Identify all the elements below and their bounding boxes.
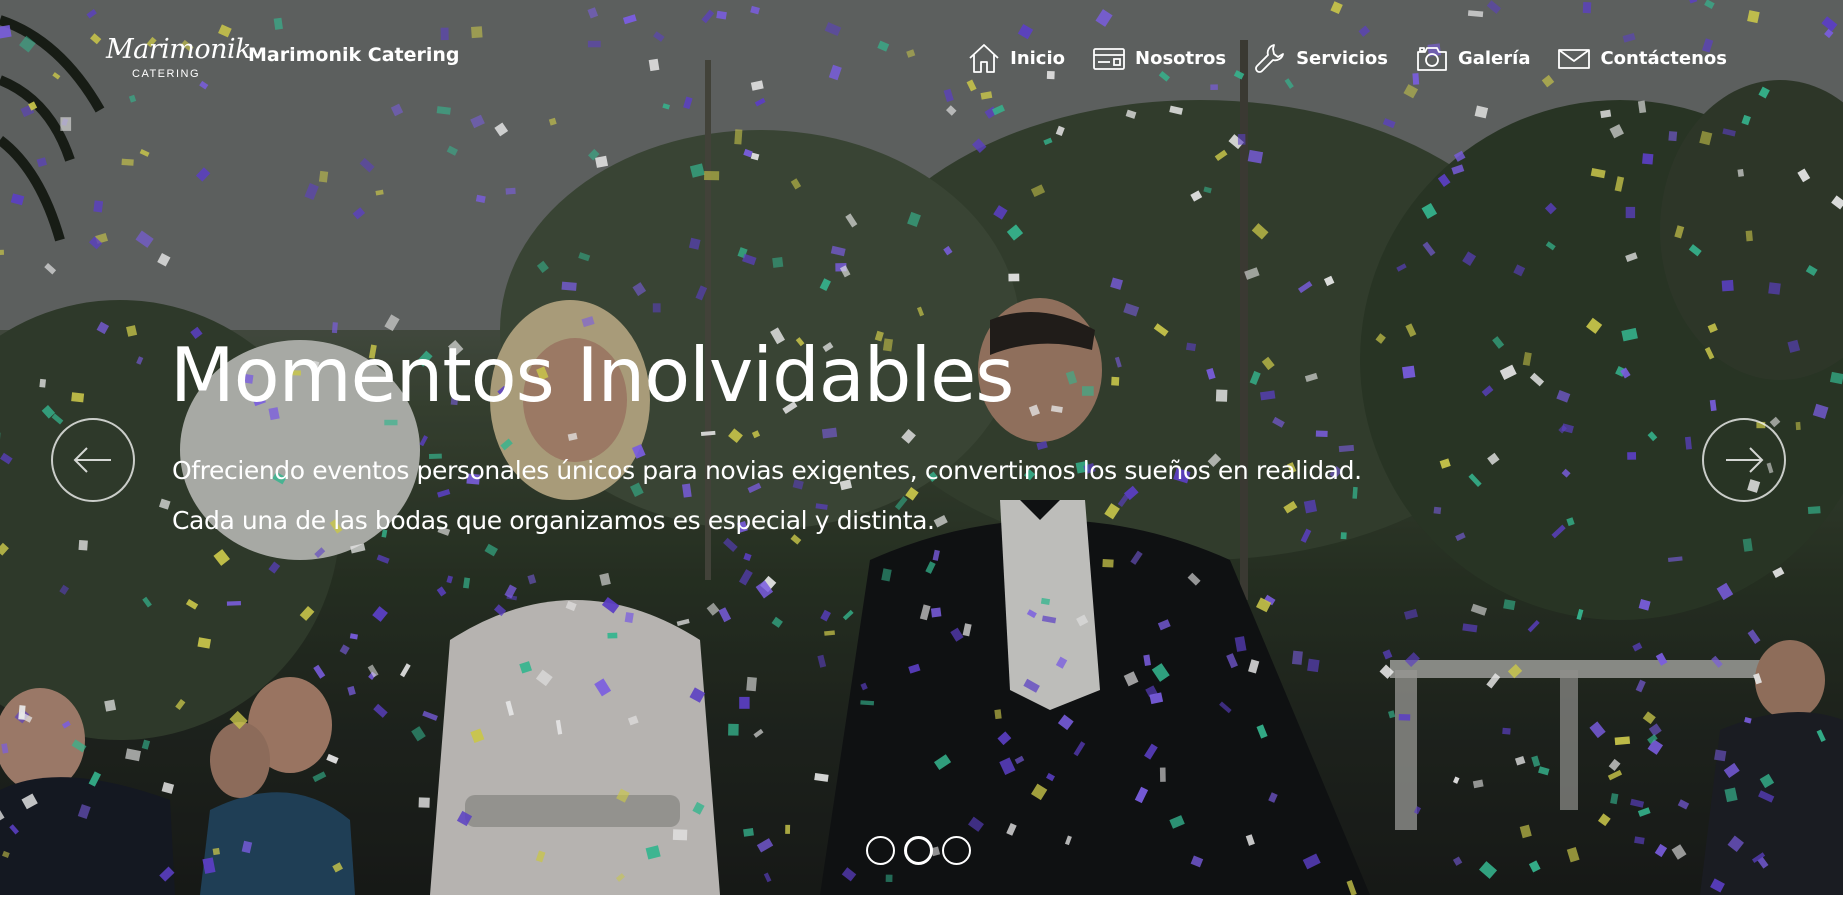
nav-item-galeria[interactable]: Galería xyxy=(1415,41,1531,75)
nav-item-servicios[interactable]: Servicios xyxy=(1253,41,1388,75)
page-bottom-edge xyxy=(0,895,1843,902)
carousel-prev-button[interactable] xyxy=(51,418,135,502)
home-icon xyxy=(967,41,1001,75)
main-nav: Inicio Nosotros Servicios Galería Contác… xyxy=(940,38,1727,78)
logo-script: Marimonik xyxy=(106,34,252,65)
nav-item-contactenos[interactable]: Contáctenos xyxy=(1557,41,1727,75)
nav-label-contactenos: Contáctenos xyxy=(1600,47,1727,69)
nav-label-galeria: Galería xyxy=(1457,47,1531,69)
carousel-description-line-2: Cada una de las bodas que organizamos es… xyxy=(172,506,935,535)
nav-item-nosotros[interactable]: Nosotros xyxy=(1092,41,1226,75)
carousel-indicator-2[interactable] xyxy=(904,836,933,865)
id-card-icon xyxy=(1092,41,1126,75)
navbar: Marimonik CATERING Marimonik Catering In… xyxy=(0,0,1843,116)
arrow-right-icon xyxy=(1726,447,1764,473)
carousel-title: Momentos Inolvidables xyxy=(170,331,1014,419)
brand-link[interactable]: Marimonik Catering xyxy=(248,44,460,66)
carousel-indicator-1[interactable] xyxy=(866,836,895,865)
envelope-icon xyxy=(1557,41,1591,75)
carousel-next-button[interactable] xyxy=(1702,418,1786,502)
nav-label-servicios: Servicios xyxy=(1296,47,1388,69)
carousel-indicators xyxy=(866,836,980,865)
carousel-indicator-3[interactable] xyxy=(942,836,971,865)
nav-label-inicio: Inicio xyxy=(1010,47,1066,69)
logo-subtitle: CATERING xyxy=(132,68,201,80)
nav-label-nosotros: Nosotros xyxy=(1135,47,1227,69)
carousel-description: Ofreciendo eventos personales únicos par… xyxy=(172,446,1502,546)
wrench-icon xyxy=(1253,41,1287,75)
carousel-description-line-1: Ofreciendo eventos personales únicos par… xyxy=(172,456,1362,485)
arrow-left-icon xyxy=(73,447,111,473)
camera-icon xyxy=(1415,41,1449,75)
nav-item-inicio[interactable]: Inicio xyxy=(967,41,1065,75)
logo[interactable]: Marimonik CATERING xyxy=(106,34,252,84)
